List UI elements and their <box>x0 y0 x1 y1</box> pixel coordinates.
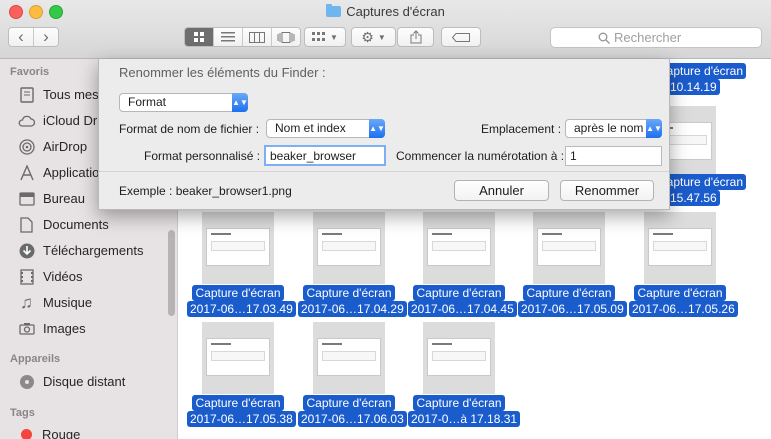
favorites-header: Favoris <box>10 66 50 78</box>
custom-format-label: Format personnalisé : <box>144 149 261 163</box>
sidebar-item-music[interactable]: ♫ Musique <box>18 292 92 312</box>
video-icon <box>18 268 35 285</box>
search-input[interactable] <box>610 30 714 45</box>
back-button[interactable]: ‹ <box>9 28 34 46</box>
share-button[interactable] <box>397 27 434 47</box>
file-item[interactable]: Capture d'écran 2017-06…17.03.49 <box>187 285 296 317</box>
desktop-icon <box>18 190 35 207</box>
tag-icon <box>452 32 470 42</box>
tags-button[interactable] <box>441 27 481 47</box>
tags-header: Tags <box>10 407 35 419</box>
file-thumbnail[interactable] <box>644 212 716 284</box>
start-number-label: Commencer la numérotation à : <box>396 149 565 163</box>
file-item[interactable]: Capture d'écran 2017-06…17.05.09 <box>518 285 627 317</box>
cover-flow-button[interactable] <box>272 28 300 46</box>
view-mode-control <box>184 27 301 47</box>
name-format-label: Format de nom de fichier : <box>119 122 260 136</box>
search-icon <box>598 32 610 44</box>
rename-dialog: Renommer les éléments du Finder : Format… <box>98 59 670 210</box>
location-label: Emplacement : <box>481 122 562 136</box>
forward-button[interactable]: › <box>34 28 58 46</box>
title-bar: Captures d'écran ‹ › ▼ ⚙ ▼ <box>0 0 771 59</box>
all-files-icon <box>18 86 35 103</box>
file-thumbnail[interactable] <box>423 212 495 284</box>
list-view-button[interactable] <box>214 28 243 46</box>
camera-icon <box>18 320 35 337</box>
file-item[interactable]: Capture d'écran 2017-06…17.04.29 <box>298 285 407 317</box>
sidebar-item-applications[interactable]: Applicatio <box>18 164 99 181</box>
file-thumbnail[interactable] <box>313 212 385 284</box>
arrange-button[interactable]: ▼ <box>304 27 346 47</box>
sidebar-item-documents[interactable]: Documents <box>18 216 109 233</box>
folder-icon <box>326 4 342 17</box>
file-item[interactable]: Capture d'écran 2017-0…à 17.18.31 <box>408 395 521 427</box>
cancel-button[interactable]: Annuler <box>454 180 549 201</box>
red-tag-icon <box>21 429 32 439</box>
list-icon <box>221 32 235 42</box>
sidebar-item-downloads[interactable]: Téléchargements <box>18 242 143 259</box>
window-title: Captures d'écran <box>0 4 771 19</box>
sidebar-item-tag-red[interactable]: Rouge <box>18 427 80 439</box>
sidebar-item-images[interactable]: Images <box>18 320 86 337</box>
file-thumbnail[interactable] <box>423 322 495 394</box>
icon-view-button[interactable] <box>185 28 214 46</box>
chevron-down-icon: ▼ <box>377 32 386 42</box>
dialog-title: Renommer les éléments du Finder : <box>119 65 326 80</box>
file-thumbnail[interactable] <box>313 322 385 394</box>
name-format-select[interactable]: Nom et index ▲▼ <box>266 119 385 138</box>
gear-icon: ⚙ <box>361 28 374 45</box>
sidebar-item-desktop[interactable]: Bureau <box>18 190 85 207</box>
applications-icon <box>18 164 35 181</box>
file-item[interactable]: Capture d'écran 2017-06…17.05.26 <box>629 285 738 317</box>
chevron-down-icon: ▼ <box>330 32 338 42</box>
rename-mode-select[interactable]: Format ▲▼ <box>119 93 248 112</box>
devices-header: Appareils <box>10 353 61 365</box>
custom-format-input[interactable] <box>264 145 386 166</box>
sidebar-item-videos[interactable]: Vidéos <box>18 268 83 285</box>
file-item[interactable]: Capture d'écran 2017-06…17.05.38 <box>187 395 296 427</box>
sidebar-item-all-files[interactable]: Tous mes <box>18 86 99 103</box>
document-icon <box>18 216 35 233</box>
chevron-updown-icon: ▲▼ <box>232 93 248 112</box>
finder-window: Captures d'écran ‹ › ▼ ⚙ ▼ Rechercher Fa… <box>0 0 771 439</box>
chevron-updown-icon: ▲▼ <box>646 119 662 138</box>
column-view-button[interactable] <box>243 28 272 46</box>
file-item[interactable]: Capture d'écran 2017-06…17.04.45 <box>408 285 517 317</box>
columns-icon <box>249 31 265 43</box>
location-select[interactable]: après le nom ▲▼ <box>565 119 662 138</box>
file-thumbnail[interactable] <box>202 322 274 394</box>
chevron-updown-icon: ▲▼ <box>369 119 385 138</box>
navigation-buttons: ‹ › <box>8 27 59 47</box>
search-field[interactable] <box>550 27 762 48</box>
sidebar-item-airdrop[interactable]: AirDrop <box>18 138 87 155</box>
cloud-icon <box>18 112 35 129</box>
dialog-divider <box>99 171 669 172</box>
example-text: Exemple : beaker_browser1.png <box>119 184 292 198</box>
sidebar-item-remote-disc[interactable]: Disque distant <box>18 373 125 390</box>
music-icon: ♫ <box>20 292 33 312</box>
start-number-input[interactable] <box>565 146 662 166</box>
sidebar-item-icloud-drive[interactable]: iCloud Dr <box>18 112 97 129</box>
airdrop-icon <box>18 138 35 155</box>
file-thumbnail[interactable] <box>202 212 274 284</box>
action-button[interactable]: ⚙ ▼ <box>351 27 396 47</box>
rename-button[interactable]: Renommer <box>560 180 654 201</box>
disc-icon <box>18 373 35 390</box>
file-thumbnail[interactable] <box>533 212 605 284</box>
grid-icon <box>194 32 204 42</box>
download-icon <box>18 242 35 259</box>
sidebar-scrollbar[interactable] <box>168 230 175 316</box>
share-icon <box>410 30 421 44</box>
arrange-grid-icon <box>312 32 326 41</box>
cover-flow-icon <box>277 31 295 43</box>
file-item[interactable]: Capture d'écran 2017-06…17.06.03 <box>298 395 407 427</box>
